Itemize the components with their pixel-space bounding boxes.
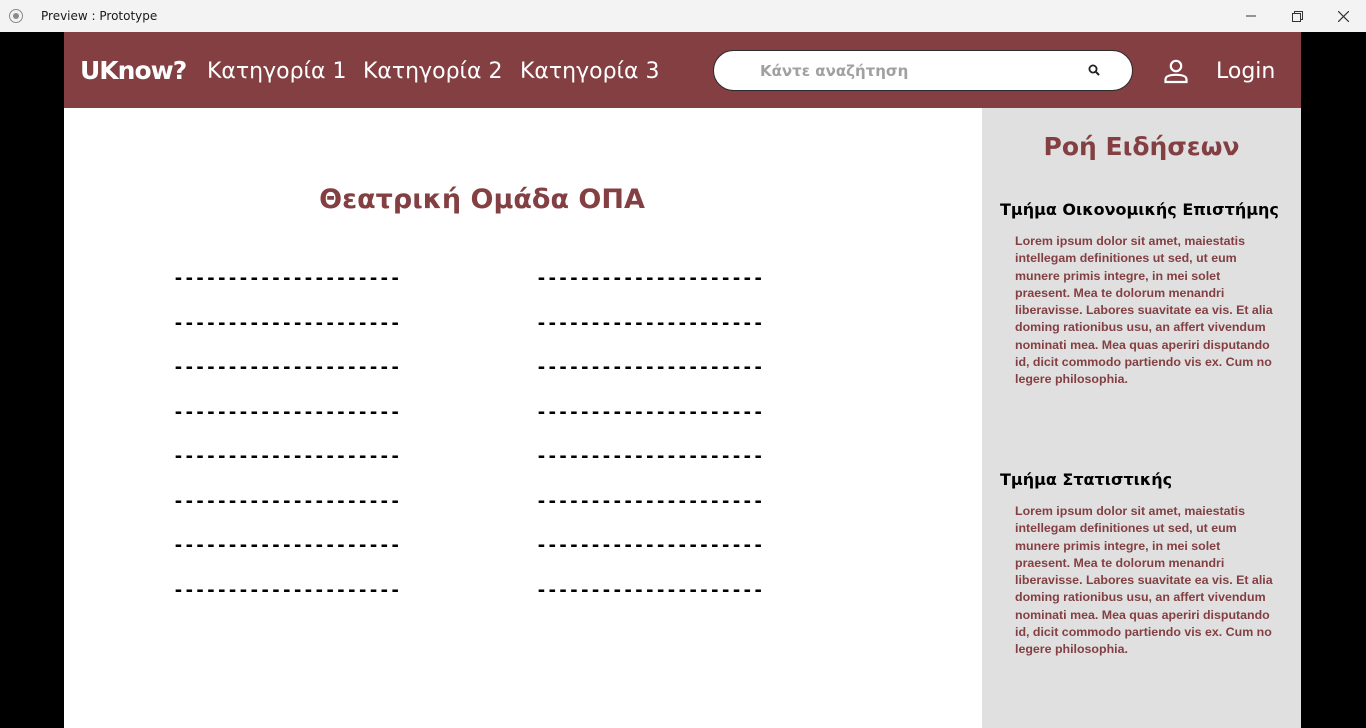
news-heading[interactable]: Τμήμα Οικονομικής Επιστήμης [1000,200,1279,219]
list-item[interactable]: --------------------- [536,402,764,447]
top-navbar: UKnow? Κατηγορία 1 Κατηγορία 2 Κατηγορία… [64,32,1301,108]
list-item[interactable]: --------------------- [536,446,764,491]
app-window: UKnow? Κατηγορία 1 Κατηγορία 2 Κατηγορία… [64,32,1301,728]
window-titlebar: Preview : Prototype [0,0,1366,32]
list-item[interactable]: --------------------- [536,313,764,358]
list-item[interactable]: --------------------- [173,268,401,313]
list-item[interactable]: --------------------- [173,313,401,358]
nav-category-1[interactable]: Κατηγορία 1 [207,59,347,84]
news-body: Lorem ipsum dolor sit amet, maiestatis i… [1015,234,1273,387]
window-title: Preview : Prototype [41,9,158,23]
list-item[interactable]: --------------------- [536,535,764,580]
left-column-list: --------------------- ------------------… [173,268,401,624]
list-item[interactable]: --------------------- [173,357,401,402]
minimize-icon [1246,15,1256,17]
page-title: Θεατρική Ομάδα ΟΠΑ [319,184,645,215]
nav-category-2[interactable]: Κατηγορία 2 [363,59,503,84]
close-icon [1337,10,1349,22]
list-item[interactable]: --------------------- [173,446,401,491]
nav-category-3[interactable]: Κατηγορία 3 [520,59,660,84]
list-item[interactable]: --------------------- [173,402,401,447]
restore-button[interactable] [1274,0,1320,32]
list-item[interactable]: --------------------- [536,491,764,536]
news-feed-title: Ροή Ειδήσεων [1043,132,1240,161]
search-bar [713,50,1133,91]
site-logo[interactable]: UKnow? [80,56,187,85]
restore-icon [1291,10,1303,22]
search-input[interactable] [760,59,1060,83]
close-button[interactable] [1320,0,1366,32]
list-item[interactable]: --------------------- [173,491,401,536]
list-item[interactable]: --------------------- [173,580,401,625]
news-heading[interactable]: Τμήμα Στατιστικής [1000,470,1172,489]
list-item[interactable]: --------------------- [173,535,401,580]
list-item[interactable]: --------------------- [536,580,764,625]
list-item[interactable]: --------------------- [536,268,764,313]
app-record-icon [9,9,23,23]
search-icon[interactable] [1086,62,1104,80]
list-item[interactable]: --------------------- [536,357,764,402]
login-link[interactable]: Login [1216,59,1275,84]
right-column-list: --------------------- ------------------… [536,268,764,624]
main-content: Θεατρική Ομάδα ΟΠΑ ---------------------… [64,108,982,728]
news-body: Lorem ipsum dolor sit amet, maiestatis i… [1015,504,1273,657]
user-icon[interactable] [1163,58,1189,84]
minimize-button[interactable] [1228,0,1274,32]
news-feed-sidebar: Ροή Ειδήσεων Τμήμα Οικονομικής Επιστήμης… [982,108,1301,728]
